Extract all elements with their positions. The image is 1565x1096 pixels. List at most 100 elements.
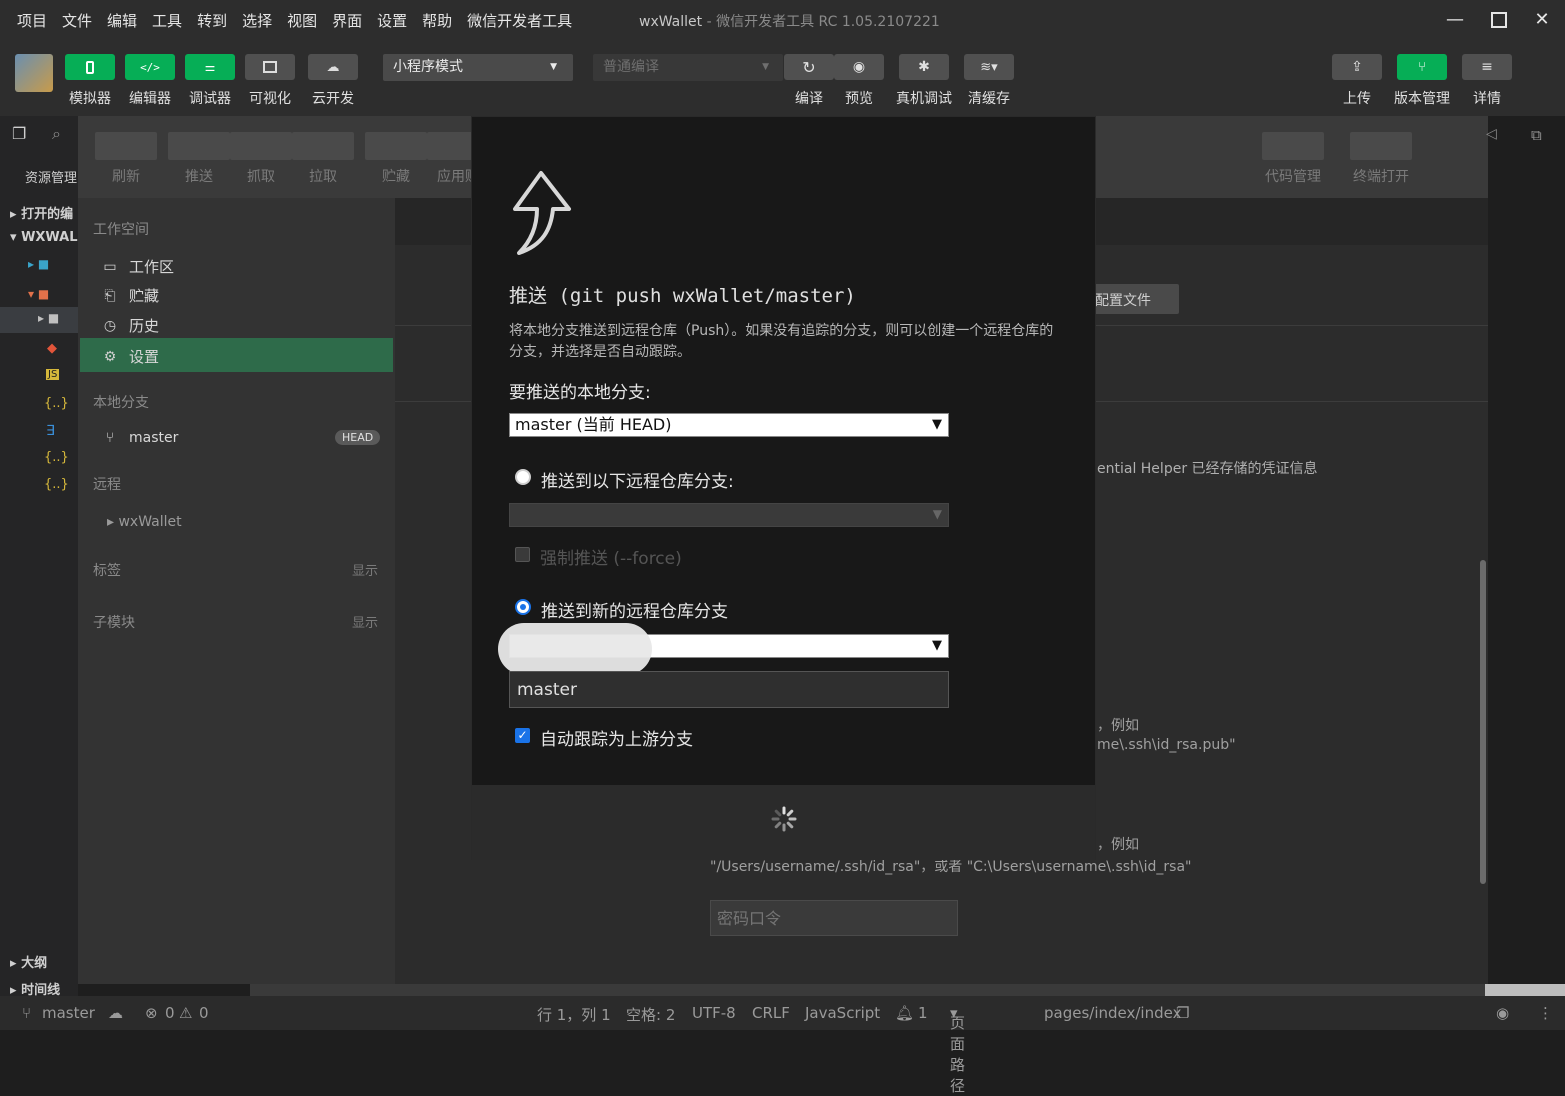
- radio-new-branch[interactable]: [515, 599, 531, 615]
- remote-branch-select[interactable]: ▼: [509, 503, 949, 527]
- passphrase-input[interactable]: [710, 900, 958, 936]
- preview-button[interactable]: ◉: [834, 54, 884, 80]
- details-button[interactable]: ≡: [1462, 54, 1512, 80]
- menu-item-view[interactable]: 视图: [287, 10, 317, 31]
- close-button[interactable]: ✕: [1527, 6, 1557, 34]
- stash-button[interactable]: [365, 132, 427, 160]
- dialog-title: 推送 (git push wxWallet/master): [509, 285, 856, 307]
- visual-button[interactable]: [245, 54, 295, 80]
- pubkey-path-text: me\.ssh\id_rsa.pub": [1097, 737, 1236, 753]
- outline-header[interactable]: ▸ 大纲: [10, 952, 47, 971]
- bell-icon[interactable]: 🔔︎: [895, 1004, 914, 1022]
- minimize-button[interactable]: —: [1440, 6, 1470, 34]
- status-language[interactable]: JavaScript: [805, 1004, 880, 1022]
- window-title-text: 微信开发者工具 RC 1.05.2107221: [716, 14, 940, 30]
- json-file-icon[interactable]: {..}: [44, 450, 69, 465]
- status-eol[interactable]: CRLF: [752, 1004, 790, 1022]
- nav-stash[interactable]: ⎗ 贮藏: [100, 285, 159, 306]
- version-button[interactable]: ⑂: [1397, 54, 1447, 80]
- code-manage-button[interactable]: [1262, 132, 1324, 160]
- menu-item-edit[interactable]: 编辑: [107, 10, 137, 31]
- push-button[interactable]: [168, 132, 230, 160]
- fetch-button[interactable]: [230, 132, 292, 160]
- menu-item-devtools[interactable]: 微信开发者工具: [467, 10, 572, 31]
- maximize-button[interactable]: [1484, 6, 1514, 34]
- css-file-icon[interactable]: ∃: [46, 423, 55, 439]
- nav-settings-content[interactable]: ⚙ 设置: [100, 346, 159, 367]
- json-file-icon[interactable]: {..}: [44, 477, 69, 492]
- files-icon[interactable]: ❐: [12, 124, 26, 143]
- split-icon[interactable]: ⧉: [1531, 126, 1542, 144]
- avatar[interactable]: [15, 54, 53, 92]
- clear-cache-button[interactable]: ≋▾: [964, 54, 1014, 80]
- menu-item-project[interactable]: 项目: [17, 10, 47, 31]
- upload-label: 上传: [1343, 91, 1371, 107]
- copy-icon[interactable]: ❐: [1176, 1004, 1189, 1022]
- submodules-show-link[interactable]: 显示: [352, 612, 378, 631]
- branch-master[interactable]: ⑂ master: [100, 430, 179, 446]
- cloud-button[interactable]: ☁: [308, 54, 358, 80]
- menu-item-interface[interactable]: 界面: [332, 10, 362, 31]
- selected-tree-row[interactable]: ▸ ■: [0, 307, 78, 333]
- mode-select[interactable]: 小程序模式 ▼: [383, 54, 573, 81]
- folder-icon[interactable]: ▸ ■: [28, 257, 49, 271]
- folder-icon[interactable]: ▾ ■: [28, 287, 49, 301]
- menu-item-goto[interactable]: 转到: [197, 10, 227, 31]
- version-label: 版本管理: [1394, 91, 1450, 107]
- status-encoding[interactable]: UTF-8: [692, 1004, 736, 1022]
- edit-config-button[interactable]: 配置文件: [1085, 284, 1179, 314]
- menu-item-select[interactable]: 选择: [242, 10, 272, 31]
- pull-button[interactable]: [292, 132, 354, 160]
- menu-item-tools[interactable]: 工具: [152, 10, 182, 31]
- push-arrow-icon: [513, 171, 571, 255]
- main-toolbar: </> ⚌ ☁ 模拟器 编辑器 调试器 可视化 云开发 小程序模式 ▼ 普通编译 ▼…: [0, 40, 1565, 116]
- code-icon: </>: [140, 60, 160, 74]
- nav-workarea-label: 工作区: [129, 258, 175, 276]
- new-branch-input[interactable]: [509, 671, 949, 708]
- terminal-open-button[interactable]: [1350, 132, 1412, 160]
- editor-button[interactable]: </>: [125, 54, 175, 80]
- upload-button[interactable]: ⇪: [1332, 54, 1382, 80]
- menu-item-file[interactable]: 文件: [62, 10, 92, 31]
- outline-label: 大纲: [21, 956, 48, 971]
- status-warnings[interactable]: 0: [199, 1004, 209, 1022]
- status-errors[interactable]: 0: [165, 1004, 175, 1022]
- auto-track-checkbox[interactable]: ✓: [515, 728, 530, 743]
- status-position[interactable]: 行 1，列 1: [537, 1004, 611, 1025]
- js-file-icon[interactable]: JS: [46, 369, 60, 380]
- local-branch-select[interactable]: master (当前 HEAD) ▼: [509, 413, 949, 437]
- simulator-button[interactable]: [65, 54, 115, 80]
- menu-item-help[interactable]: 帮助: [422, 10, 452, 31]
- debugger-button[interactable]: ⚌: [185, 54, 235, 80]
- refresh-button[interactable]: [95, 132, 157, 160]
- back-icon[interactable]: ◁: [1486, 126, 1497, 142]
- page-path-label[interactable]: 页面路径 ▾: [950, 1004, 965, 1095]
- workspace-section: 工作空间: [93, 222, 149, 238]
- horizontal-scroll-track[interactable]: [250, 984, 1485, 996]
- status-branch[interactable]: master: [42, 1004, 95, 1022]
- remote-debug-button[interactable]: ✱: [899, 54, 949, 80]
- open-editors-header[interactable]: ▸ 打开的编: [10, 203, 73, 222]
- remote-item[interactable]: ▸ wxWallet: [107, 514, 182, 530]
- compile-select[interactable]: 普通编译 ▼: [593, 54, 783, 81]
- menu-item-settings[interactable]: 设置: [377, 10, 407, 31]
- git-file-icon[interactable]: ◆: [47, 341, 57, 356]
- json-file-icon[interactable]: {..}: [44, 396, 69, 411]
- radio-existing-branch[interactable]: [515, 469, 531, 485]
- project-header[interactable]: ▾ WXWAL: [10, 230, 78, 245]
- branch-icon: ⑂: [1418, 59, 1426, 75]
- page-path[interactable]: pages/index/index: [1044, 1004, 1181, 1022]
- tags-show-link[interactable]: 显示: [352, 560, 378, 579]
- compile-button[interactable]: ↻: [784, 54, 834, 80]
- window-title: wxWallet - 微信开发者工具 RC 1.05.2107221: [639, 14, 940, 30]
- status-spaces[interactable]: 空格: 2: [626, 1004, 675, 1025]
- nav-history[interactable]: ◷ 历史: [100, 315, 159, 336]
- nav-workarea[interactable]: ▭ 工作区: [100, 256, 174, 277]
- sync-icon[interactable]: ☁: [108, 1004, 123, 1022]
- horizontal-scroll-thumb[interactable]: [1485, 984, 1565, 996]
- settings-scrollbar[interactable]: [1480, 560, 1486, 884]
- eye-icon[interactable]: ◉: [1496, 1004, 1509, 1022]
- force-push-checkbox[interactable]: [515, 547, 530, 562]
- search-icon[interactable]: ⌕: [52, 124, 61, 144]
- more-icon[interactable]: ⋮: [1538, 1004, 1553, 1022]
